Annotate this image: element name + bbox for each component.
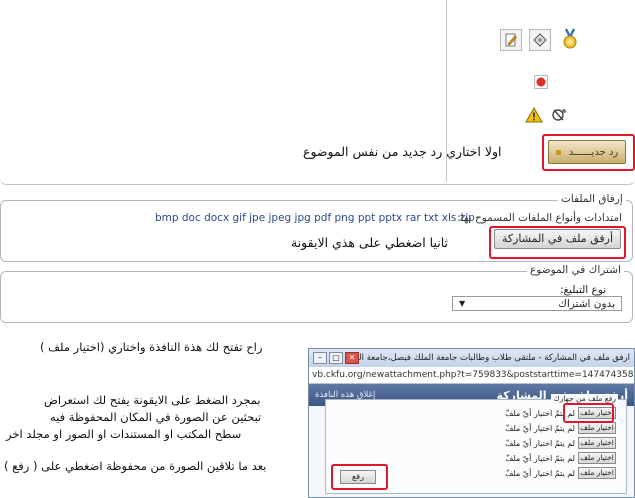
no-file-text: لم يتمّ اختيار أيّ ملفّ <box>505 423 575 433</box>
file-row-4: اختيار ملف لم يتمّ اختيار أيّ ملفّ <box>505 452 616 464</box>
annotation-step-3: راح تفتح لك هذة النافذة واختاري (اختيار … <box>40 340 263 354</box>
choose-file-button[interactable]: اختيار ملف <box>578 422 616 434</box>
close-icon[interactable]: ✕ <box>345 352 359 364</box>
gold-medal-icon[interactable] <box>559 28 581 50</box>
popup-window-title: أرفق ملف في المشاركة - ملتقى طلاب وطالبا… <box>359 353 630 363</box>
red-circle-icon[interactable] <box>530 71 552 93</box>
window-controls: – □ ✕ <box>313 352 359 364</box>
edit-note-icon[interactable] <box>500 29 522 51</box>
minimize-icon[interactable]: – <box>313 352 327 364</box>
subscribe-legend: اشتراك في الموضوع <box>527 264 624 276</box>
no-file-text: لم يتمّ اختيار أيّ ملفّ <box>505 453 575 463</box>
diamond-tag-icon[interactable] <box>529 29 551 51</box>
file-row-2: اختيار ملف لم يتمّ اختيار أيّ ملفّ <box>505 422 616 434</box>
attach-file-button[interactable]: أرفق ملف في المشاركة <box>494 229 621 249</box>
new-reply-button[interactable]: رد جديــــــد <box>548 140 626 164</box>
annotation-box-choose-file <box>563 403 614 423</box>
spam-report-icon[interactable] <box>548 104 570 126</box>
choose-file-button[interactable]: اختيار ملف <box>578 452 616 464</box>
attachments-legend: إرفاق الملفات <box>558 193 626 205</box>
maximize-icon[interactable]: □ <box>329 352 343 364</box>
annotation-step-1: اولا اختاري رد جديد من نفس الموضوع <box>303 144 502 159</box>
notify-type-value: بدون اشتراك <box>558 297 615 310</box>
annotation-browse-line-1: بمجرد الضغط على الايقونة يفتح لك استعراض <box>44 393 261 407</box>
url-text: vb.ckfu.org/newattachment.php?t=759833&p… <box>312 370 634 380</box>
allowed-extensions-label: امتدادات وأنواع الملفات المسموح بها: <box>457 212 622 224</box>
choose-file-button[interactable]: اختيار ملف <box>578 437 616 449</box>
button-dot-icon <box>555 149 561 155</box>
warning-icon[interactable] <box>523 104 545 126</box>
post-bottom-edge <box>0 175 635 185</box>
annotation-browse-line-2: تبحثين عن الصورة في المكان المحفوظة فيه <box>50 410 262 424</box>
annotation-browse-line-3: سطح المكتب او المستندات او الصور او مجلد… <box>6 427 242 441</box>
no-file-text: لم يتمّ اختيار أيّ ملفّ <box>505 468 575 478</box>
notify-type-label: نوع التبليغ: <box>560 284 607 296</box>
annotation-step-4: بعد ما تلاقين الصورة من محفوظة اضغطي على… <box>4 459 267 473</box>
annotation-step-2: ثانيا اضغطي على هذي الايقونة <box>291 235 449 250</box>
upload-fieldset-legend: رفع ملف من جهازك <box>551 394 618 403</box>
choose-file-button[interactable]: اختيار ملف <box>578 467 616 479</box>
no-file-text: لم يتمّ اختيار أيّ ملفّ <box>505 438 575 448</box>
notify-type-select[interactable]: بدون اشتراك ▼ <box>452 296 622 311</box>
chevron-down-icon: ▼ <box>459 299 466 308</box>
allowed-extensions-list: bmp doc docx gif jpe jpeg jpg pdf png pp… <box>155 212 475 224</box>
upload-button[interactable]: رفع <box>340 470 376 484</box>
upload-fieldset: رفع ملف من جهازك اختيار ملف لم يتمّ اختي… <box>325 394 627 494</box>
file-row-5: اختيار ملف لم يتمّ اختيار أيّ ملفّ <box>505 467 616 479</box>
popup-titlebar: أرفق ملف في المشاركة - ملتقى طلاب وطالبا… <box>309 349 634 367</box>
attach-popup-window: أرفق ملف في المشاركة - ملتقى طلاب وطالبا… <box>308 348 635 498</box>
new-reply-label: رد جديــــــد <box>568 146 619 158</box>
file-row-3: اختيار ملف لم يتمّ اختيار أيّ ملفّ <box>505 437 616 449</box>
popup-address-bar[interactable]: vb.ckfu.org/newattachment.php?t=759833&p… <box>309 367 634 384</box>
